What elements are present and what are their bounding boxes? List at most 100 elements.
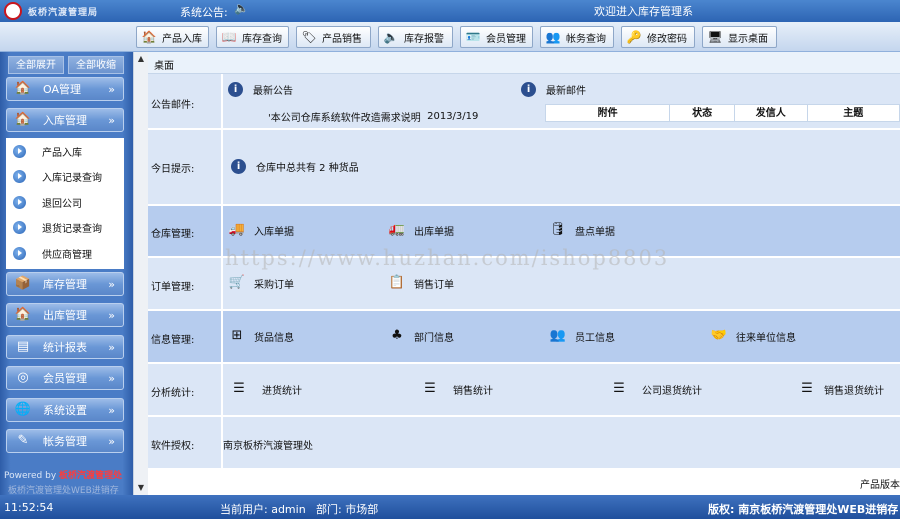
link-stock-in-doc[interactable]: 🚚 入库单据 bbox=[228, 221, 294, 239]
cart-icon: 🛒 bbox=[228, 275, 246, 290]
book-icon: 📖 bbox=[221, 30, 237, 44]
powered-name: 板桥汽渡管理处 bbox=[59, 471, 123, 481]
row-divider bbox=[221, 311, 223, 362]
link-label: 货品信息 bbox=[254, 332, 294, 344]
toolbar-change-password-button[interactable]: 🔑 修改密码 bbox=[621, 26, 695, 48]
row-label: 今日提示: bbox=[151, 164, 195, 175]
double-chevron-icon: » bbox=[108, 82, 115, 96]
sidebar-group-stock-in[interactable]: 🏠 入库管理 » bbox=[6, 108, 124, 132]
toolbar-product-sales-button[interactable]: 🏷 产品销售 bbox=[296, 26, 371, 48]
link-inventory-doc[interactable]: 🛢 盘点单据 bbox=[549, 221, 615, 239]
edit-icon: ✎ bbox=[17, 433, 29, 448]
sidebar-item-return-company[interactable]: 退回公司 bbox=[6, 191, 124, 213]
arrow-bullet-icon bbox=[13, 144, 26, 158]
toolbar-account-query-button[interactable]: 👥 帐务查询 bbox=[540, 26, 614, 48]
notice-title-text: 最新公告 bbox=[253, 86, 293, 97]
logo-icon bbox=[4, 2, 22, 20]
house-arrow-icon: 🏠 bbox=[14, 112, 32, 127]
notice-item-date: 2013/3/19 bbox=[427, 111, 479, 122]
logo-text: 板桥汽渡管理局 bbox=[28, 8, 99, 18]
globe-icon: 🌐 bbox=[14, 402, 32, 417]
people-icon: 👥 bbox=[549, 328, 567, 343]
toolbar-label: 产品入库 bbox=[162, 33, 202, 45]
row-license: 软件授权: 南京板桥汽渡管理处 bbox=[148, 417, 900, 470]
key-icon: 🔑 bbox=[626, 30, 642, 44]
sidebar-group-oa[interactable]: 🏠 OA管理 » bbox=[6, 77, 124, 101]
link-sales-order[interactable]: 📋 销售订单 bbox=[388, 274, 454, 292]
link-staff-info[interactable]: 👥 员工信息 bbox=[549, 327, 615, 345]
collapse-all-button[interactable]: 全部收缩 bbox=[68, 56, 124, 74]
double-chevron-icon: » bbox=[108, 434, 115, 448]
sidebar-group-reports[interactable]: ▤ 统计报表 » bbox=[6, 335, 124, 359]
mail-col-sender: 发信人 bbox=[735, 105, 808, 121]
toolbar-show-desktop-button[interactable]: 🖥 显示桌面 bbox=[702, 26, 777, 48]
sidebar-group-label: 库存管理 bbox=[43, 278, 87, 291]
double-chevron-icon: » bbox=[108, 340, 115, 354]
toolbar-stock-query-button[interactable]: 📖 库存查询 bbox=[216, 26, 289, 48]
row-orders: 订单管理: 🛒 采购订单 📋 销售订单 bbox=[148, 258, 900, 311]
vertical-scrollbar[interactable]: ▲ ▼ bbox=[133, 52, 148, 495]
sidebar-group-settings[interactable]: 🌐 系统设置 » bbox=[6, 398, 124, 422]
sidebar-group-stock-out[interactable]: 🏠 出库管理 » bbox=[6, 303, 124, 327]
desktop-icon: 🖥 bbox=[707, 30, 723, 44]
sidebar-group-stock[interactable]: 📦 库存管理 » bbox=[6, 272, 124, 296]
speaker-icon[interactable]: 🔈 bbox=[234, 1, 249, 15]
double-chevron-icon: » bbox=[108, 277, 115, 291]
powered-prefix: Powered by bbox=[4, 471, 57, 481]
status-bar: 11:52:54 当前用户: admin 部门: 市场部 版权: 南京板桥汽渡管… bbox=[0, 495, 900, 519]
sidebar-item-in-records[interactable]: 入库记录查询 bbox=[6, 165, 124, 187]
link-label: 销售订单 bbox=[414, 279, 454, 291]
breadcrumb-text: 桌面 bbox=[154, 61, 174, 72]
link-company-return-stats[interactable]: ☰ 公司退货统计 bbox=[610, 380, 702, 398]
toolbar-stock-alarm-button[interactable]: 🔈 库存报警 bbox=[378, 26, 453, 48]
link-purchase-order[interactable]: 🛒 采购订单 bbox=[228, 274, 294, 292]
toolbar-member-button[interactable]: 🪪 会员管理 bbox=[460, 26, 533, 48]
expand-all-button[interactable]: 全部展开 bbox=[8, 56, 64, 74]
notice-item-text: '本公司仓库系统软件改造需求说明 bbox=[268, 113, 421, 124]
row-today: 今日提示: i 仓库中总共有 2 种货品 bbox=[148, 130, 900, 206]
current-user: 当前用户: admin bbox=[220, 503, 306, 516]
sales-order-icon: 📋 bbox=[388, 275, 406, 290]
report-icon: ▤ bbox=[16, 339, 30, 354]
link-goods-info[interactable]: ⊞ 货品信息 bbox=[228, 327, 294, 345]
toolbar-product-in-button[interactable]: 🏠 产品入库 bbox=[136, 26, 209, 48]
link-label: 出库单据 bbox=[414, 226, 454, 238]
license-text: 南京板桥汽渡管理处 bbox=[223, 441, 313, 452]
coin-icon: ◎ bbox=[17, 370, 29, 385]
app-window: 板桥汽渡管理局 系统公告: 🔈 欢迎进入库存管理系 🏠 产品入库 📖 库存查询 🏷 产… bbox=[0, 0, 900, 519]
top-bar: 板桥汽渡管理局 系统公告: 🔈 欢迎进入库存管理系 bbox=[0, 0, 900, 22]
row-divider bbox=[221, 130, 223, 204]
arrow-bullet-icon bbox=[13, 246, 26, 260]
license-holder: 南京板桥汽渡管理处 bbox=[223, 437, 313, 452]
info-icon: i bbox=[224, 78, 247, 101]
today-tip-text: 仓库中总共有 2 种货品 bbox=[256, 163, 359, 174]
link-dept-info[interactable]: ♣ 部门信息 bbox=[388, 327, 454, 345]
house-icon: 🏠 bbox=[14, 81, 32, 96]
scroll-down-icon[interactable]: ▼ bbox=[136, 483, 146, 492]
link-sales-stats[interactable]: ☰ 销售统计 bbox=[421, 380, 493, 398]
sidebar-group-members[interactable]: ◎ 会员管理 » bbox=[6, 366, 124, 390]
sidebar-item-return-records[interactable]: 退货记录查询 bbox=[6, 216, 124, 238]
sidebar-group-accounts[interactable]: ✎ 帐务管理 » bbox=[6, 429, 124, 453]
link-purchase-stats[interactable]: ☰ 进货统计 bbox=[230, 380, 302, 398]
link-label: 入库单据 bbox=[254, 226, 294, 238]
sidebar-item-suppliers[interactable]: 供应商管理 bbox=[6, 242, 124, 264]
row-divider bbox=[221, 258, 223, 309]
notice-item-link[interactable]: '本公司仓库系统软件改造需求说明 2013/3/19 bbox=[268, 109, 478, 124]
link-stock-out-doc[interactable]: 🚛 出库单据 bbox=[388, 221, 454, 239]
link-label: 销售统计 bbox=[453, 385, 493, 397]
sidebar-group-label: 会员管理 bbox=[43, 372, 87, 385]
row-divider bbox=[221, 74, 223, 128]
double-chevron-icon: » bbox=[108, 113, 115, 127]
list-icon: ☰ bbox=[233, 381, 245, 396]
truck-in-icon: 🚚 bbox=[228, 222, 246, 237]
mail-col-attachment: 附件 bbox=[546, 105, 671, 121]
sidebar-item-product-in[interactable]: 产品入库 bbox=[6, 140, 124, 162]
link-sales-return-stats[interactable]: ☰ 销售退货统计 bbox=[798, 380, 884, 398]
sidebar-item-label: 退回公司 bbox=[42, 198, 82, 210]
link-partner-info[interactable]: 🤝 往来单位信息 bbox=[710, 327, 796, 345]
link-label: 部门信息 bbox=[414, 332, 454, 344]
toolbar-label: 库存查询 bbox=[242, 33, 282, 45]
scroll-up-icon[interactable]: ▲ bbox=[136, 54, 146, 63]
sidebar-controls: 全部展开 全部收缩 bbox=[8, 56, 124, 74]
